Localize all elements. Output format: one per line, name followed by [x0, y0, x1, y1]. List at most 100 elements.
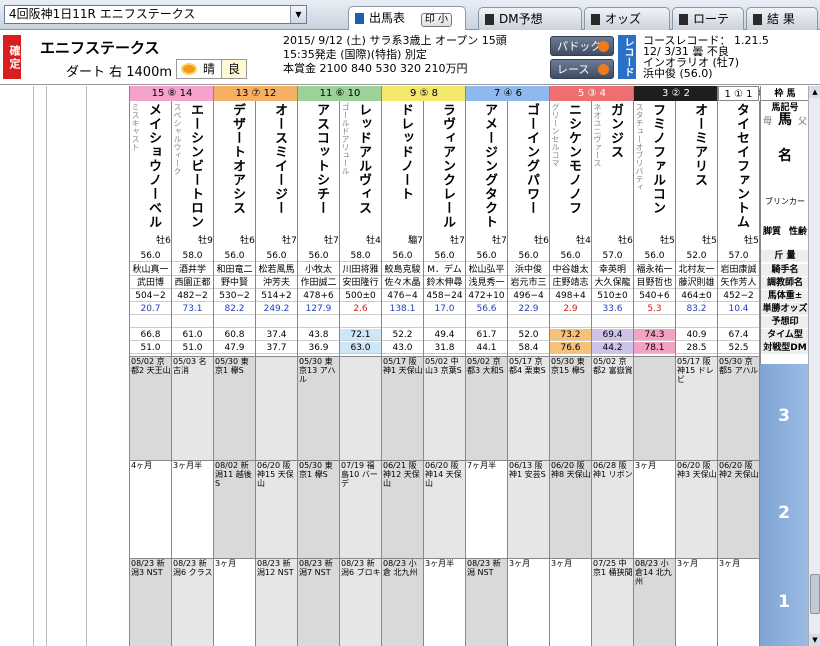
top-toolbar: 4回阪神1日11R エニフステークス ▼ 出馬表 印 小 DM予想 オッズ ロー… [0, 0, 820, 30]
horse-jockey: 酒井学 [172, 264, 213, 276]
paddock-video-button[interactable]: パドック [550, 36, 614, 56]
horse-yoso-mark[interactable] [550, 316, 591, 328]
past-run-cell[interactable]: 05/30 東京15 欅S [550, 356, 591, 460]
label-yoso: 予想印 [761, 316, 809, 328]
horse-jockey: 鮫島克駿 [382, 264, 423, 276]
past-run-cell[interactable]: 08/23 小倉 北九州 [382, 558, 423, 646]
past-run-cell[interactable]: 3ヶ月 [508, 558, 549, 646]
race-selector-dropdown[interactable]: 4回阪神1日11R エニフステークス ▼ [4, 5, 307, 24]
past-run-cell[interactable]: 06/20 阪神3 天保山 [676, 460, 717, 558]
past-run-cell[interactable]: 08/23 新潟 NST [466, 558, 507, 646]
horse-yoso-mark[interactable] [508, 316, 549, 328]
past-run-cell[interactable]: 08/23 小倉14 北九州 [634, 558, 675, 646]
horse-yoso-mark[interactable] [718, 316, 759, 328]
past-run-cell[interactable] [634, 356, 675, 460]
horse-kinryo: 56.0 [298, 250, 339, 262]
horse-sire: ゴールドアリュール [341, 103, 350, 175]
past-run-summary: 05/03 名古消 [173, 357, 207, 375]
horse-yoso-mark[interactable] [466, 316, 507, 328]
course-info: ダート 右 1400m [66, 65, 173, 80]
tab-rote[interactable]: ローテ [672, 7, 744, 30]
past-run-cell[interactable]: 06/13 阪神1 安芸S [508, 460, 549, 558]
tab-dm-yoso[interactable]: DM予想 [478, 7, 582, 30]
tab-kekka[interactable]: 結 果 [746, 7, 818, 30]
horse-weight: 476−4 [382, 290, 423, 302]
past-run-cell[interactable]: 3ヶ月 [634, 460, 675, 558]
horse-trainer: 沖芳夫 [256, 277, 297, 289]
horse-trainer: 野中賢 [214, 277, 255, 289]
horse-yoso-mark[interactable] [214, 316, 255, 328]
label-jockey: 騎手名 [761, 264, 809, 276]
horse-yoso-mark[interactable] [298, 316, 339, 328]
horse-sex-age: 牡7 [450, 236, 465, 246]
horse-yoso-mark[interactable] [634, 316, 675, 328]
horse-yoso-mark[interactable] [172, 316, 213, 328]
past-run-cell[interactable]: 7ヶ月半 [466, 460, 507, 558]
weather-ground-box: 晴 良 [176, 59, 248, 79]
horse-yoso-mark[interactable] [676, 316, 717, 328]
past-run-cell[interactable]: 06/20 阪神8 天保山 [550, 460, 591, 558]
horse-yoso-mark[interactable] [340, 316, 381, 328]
horse-weight: 496−4 [508, 290, 549, 302]
scroll-down-icon[interactable]: ▼ [809, 634, 820, 646]
horse-sex-age: 牡7 [324, 236, 339, 246]
race-video-button[interactable]: レース [550, 59, 614, 79]
past-run-cell[interactable]: 08/23 新潟7 NST [298, 558, 339, 646]
past-run-cell[interactable]: 05/02 京都3 大和S [466, 356, 507, 460]
past-run-cell[interactable]: 05/02 京都2 天王山 [130, 356, 171, 460]
past-run-cell[interactable]: 05/30 東京1 欅S [214, 356, 255, 460]
past-run-cell[interactable]: 06/20 阪神15 天保山 [256, 460, 297, 558]
tab-shutsubahyo[interactable]: 出馬表 印 小 [348, 6, 466, 30]
horse-yoso-mark[interactable] [130, 316, 171, 328]
past-run-cell[interactable]: 05/02 中山3 京葉S [424, 356, 465, 460]
past-run-summary: 07/19 福島10 バーデ [341, 461, 378, 488]
past-run-cell[interactable]: 06/20 阪神2 天保山 [718, 460, 759, 558]
past-run-cell[interactable]: 05/03 名古消 [172, 356, 213, 460]
chevron-down-icon[interactable]: ▼ [290, 6, 306, 23]
print-small-button[interactable]: 印 小 [420, 13, 453, 27]
past-run-cell[interactable]: 3ヶ月 [676, 558, 717, 646]
scroll-thumb[interactable] [810, 574, 820, 614]
past-run-cell[interactable]: 07/19 福島10 バーデ [340, 460, 381, 558]
label-blinker: ブリンカー [765, 197, 805, 206]
past-run-cell[interactable]: 3ヶ月半 [172, 460, 213, 558]
horse-yoso-mark[interactable] [424, 316, 465, 328]
horse-yoso-mark[interactable] [256, 316, 297, 328]
past-run-cell[interactable]: 05/30 東京13 アハル [298, 356, 339, 460]
past-run-cell[interactable]: 06/20 阪神14 天保山 [424, 460, 465, 558]
label-trainer: 調教師名 [761, 277, 809, 289]
past-run-cell[interactable] [340, 356, 381, 460]
past-run-cell[interactable]: 05/30 東京1 欅S [298, 460, 339, 558]
horse-sire [256, 103, 266, 243]
past-run-cell[interactable]: 05/02 京都2 富嶽賞 [592, 356, 633, 460]
tab-odds[interactable]: オッズ [584, 7, 670, 30]
past-run-cell[interactable]: 3ヶ月 [718, 558, 759, 646]
past-run-cell[interactable]: 07/25 中京1 桶狭間 [592, 558, 633, 646]
past-run-cell[interactable]: 05/17 京都4 栗東S [508, 356, 549, 460]
past-run-cell[interactable]: 3ヶ月 [214, 558, 255, 646]
scroll-up-icon[interactable]: ▲ [809, 86, 820, 98]
past-run-cell[interactable]: 08/23 新潟12 NST [256, 558, 297, 646]
past-run-cell[interactable]: 06/21 阪神12 天保山 [382, 460, 423, 558]
past-run-cell[interactable]: 06/28 阪神1 リボン [592, 460, 633, 558]
past-run-cell[interactable]: 05/17 阪神15 ドレビ [676, 356, 717, 460]
past-run-cell[interactable]: 4ヶ月 [130, 460, 171, 558]
past-run-cell[interactable]: 05/30 京都5 アハル [718, 356, 759, 460]
past-run-cell[interactable]: 05/17 阪神1 天保山 [382, 356, 423, 460]
horse-dm1: 52.0 [508, 329, 549, 341]
past-run-cell[interactable]: 08/23 新潟6 クラス [172, 558, 213, 646]
horse-sire: ミスキャスト [131, 103, 140, 151]
past-run-cell[interactable]: 08/23 新潟6 ブロキ [340, 558, 381, 646]
horse-dm2: 51.0 [130, 342, 171, 354]
past-run-cell[interactable]: 08/23 新潟3 NST [130, 558, 171, 646]
horse-jockey: 岩田康誠 [718, 264, 759, 276]
horse-yoso-mark[interactable] [382, 316, 423, 328]
horse-weight: 514+2 [256, 290, 297, 302]
horse-jockey: 中谷雄太 [550, 264, 591, 276]
horse-yoso-mark[interactable] [592, 316, 633, 328]
past-run-cell[interactable]: 08/02 新潟11 越後S [214, 460, 255, 558]
past-run-cell[interactable]: 3ヶ月半 [424, 558, 465, 646]
vertical-scrollbar[interactable]: ▲ ▼ [808, 86, 820, 646]
past-run-cell[interactable] [256, 356, 297, 460]
past-run-cell[interactable]: 3ヶ月 [550, 558, 591, 646]
